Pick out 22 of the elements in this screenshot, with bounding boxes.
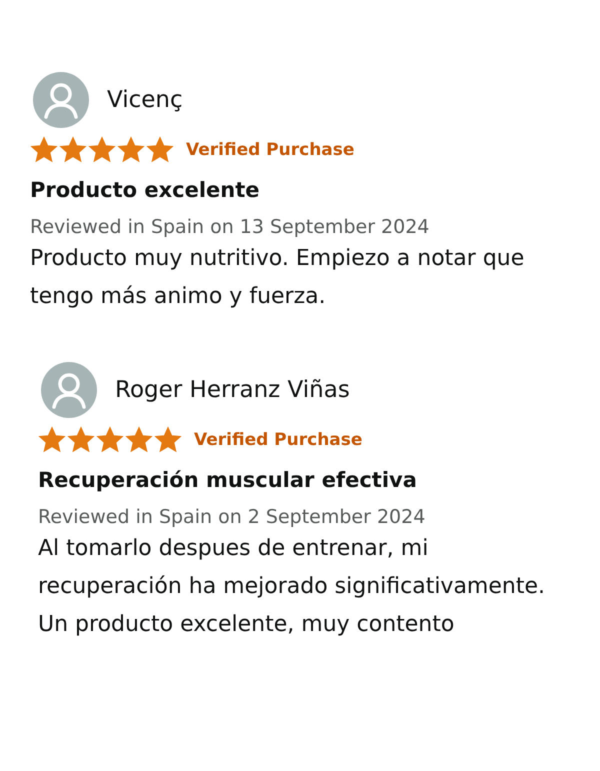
- star-icon: [146, 136, 174, 164]
- star-icon: [30, 136, 58, 164]
- review-text: Producto muy nutritivo. Empiezo a notar que tengo más animo y fuerza.: [30, 245, 526, 311]
- review-date: Reviewed in Spain on 13 September 2024: [30, 216, 430, 238]
- review-title: Recuperación muscular efectiva: [38, 468, 418, 492]
- verified-label: Verified Purchase: [194, 430, 362, 450]
- review-text: Al tomarlo despues de entrenar, mi recuperación ha mejorado significativamente. Un producto excelente, muy contento: [38, 535, 546, 639]
- review-date: Reviewed in Spain on 2 September 2024: [38, 506, 426, 528]
- verified-label: Verified Purchase: [186, 140, 354, 160]
- reviewer-name: Vicenç: [107, 87, 183, 113]
- avatar-icon: [41, 362, 97, 418]
- reviewer-name: Roger Herranz Viñas: [115, 377, 350, 403]
- star-icon: [67, 426, 95, 454]
- avatar-icon: [33, 72, 89, 128]
- review-title: Producto excelente: [30, 178, 261, 202]
- star-icon: [125, 426, 153, 454]
- star-icon: [117, 136, 145, 164]
- star-icon: [154, 426, 182, 454]
- star-icon: [59, 136, 87, 164]
- star-icon: [38, 426, 66, 454]
- star-icon: [88, 136, 116, 164]
- star-icon: [96, 426, 124, 454]
